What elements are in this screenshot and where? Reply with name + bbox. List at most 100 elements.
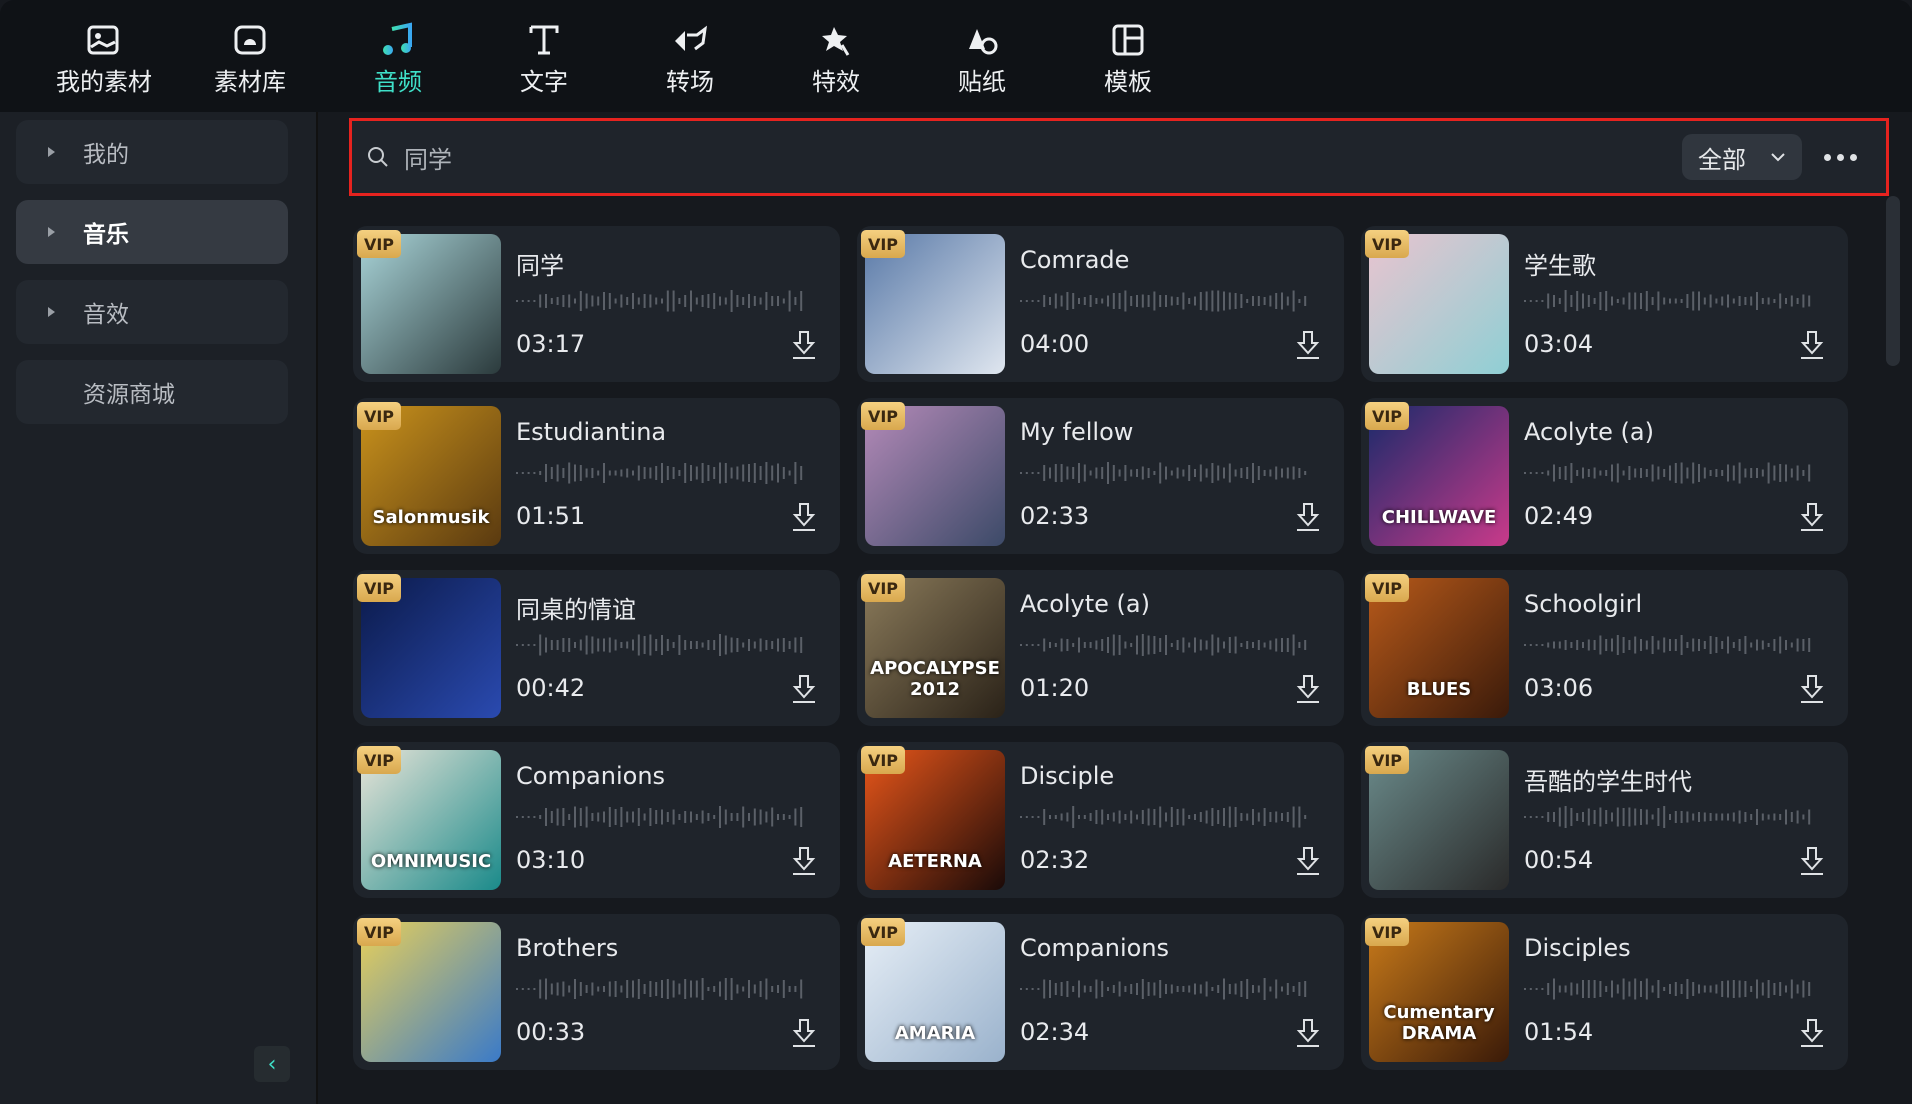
track-duration: 00:42 xyxy=(516,674,586,702)
vip-badge: VIP xyxy=(357,230,401,258)
waveform xyxy=(516,290,803,312)
download-icon[interactable] xyxy=(1799,674,1825,704)
download-icon[interactable] xyxy=(1799,502,1825,532)
vip-badge: VIP xyxy=(357,574,401,602)
waveform xyxy=(1020,806,1307,828)
sidebar-item-mine[interactable]: 我的 xyxy=(16,120,288,184)
sidebar-item-music[interactable]: 音乐 xyxy=(16,200,288,264)
track-duration: 01:51 xyxy=(516,502,586,530)
sidebar-item-label: 音乐 xyxy=(83,222,129,248)
track-title: Companions xyxy=(516,762,666,790)
tab-effects-star[interactable]: 特效 xyxy=(776,18,896,97)
download-icon[interactable] xyxy=(1295,330,1321,360)
download-icon[interactable] xyxy=(1295,674,1321,704)
track-card[interactable]: Cumentary DRAMA VIP Disciples 01:54 xyxy=(1361,914,1848,1070)
track-card[interactable]: VIP Comrade 04:00 xyxy=(857,226,1344,382)
sidebar-item-sound-effects[interactable]: 音效 xyxy=(16,280,288,344)
vip-badge: VIP xyxy=(861,230,905,258)
sidebar-item-label: 音效 xyxy=(83,302,129,328)
waveform xyxy=(1020,978,1307,1000)
download-icon[interactable] xyxy=(1295,502,1321,532)
waveform xyxy=(1020,634,1307,656)
tab-folder[interactable]: 素材库 xyxy=(190,18,310,97)
sidebar-item-resource-store[interactable]: 资源商城 xyxy=(16,360,288,424)
track-duration: 03:04 xyxy=(1524,330,1594,358)
collapse-sidebar-button[interactable]: ‹ xyxy=(254,1046,290,1082)
tab-label: 文字 xyxy=(520,68,568,96)
track-duration: 03:17 xyxy=(516,330,586,358)
track-title: Disciple xyxy=(1020,762,1115,790)
track-card[interactable]: VIP 吾酷的学生时代 00:54 xyxy=(1361,742,1848,898)
image-icon xyxy=(44,18,164,62)
cover-text: CHILLWAVE xyxy=(1381,507,1497,528)
waveform xyxy=(516,806,803,828)
track-card[interactable]: VIP 同学 03:17 xyxy=(353,226,840,382)
vip-badge: VIP xyxy=(861,574,905,602)
track-title: 同桌的情谊 xyxy=(516,596,636,624)
more-options-button[interactable] xyxy=(1824,153,1864,161)
category-filter-dropdown[interactable]: 全部 xyxy=(1682,134,1802,180)
track-title: Disciples xyxy=(1524,934,1631,962)
track-duration: 01:20 xyxy=(1020,674,1090,702)
cover-text: OMNIMUSIC xyxy=(370,851,492,872)
scrollbar[interactable] xyxy=(1886,196,1900,366)
folder-icon xyxy=(190,18,310,62)
download-icon[interactable] xyxy=(791,1018,817,1048)
track-card[interactable]: VIP 学生歌 03:04 xyxy=(1361,226,1848,382)
search-input[interactable] xyxy=(404,143,1682,171)
tab-image[interactable]: 我的素材 xyxy=(44,18,164,97)
track-title: Brothers xyxy=(516,934,619,962)
download-icon[interactable] xyxy=(791,846,817,876)
vip-badge: VIP xyxy=(1365,402,1409,430)
download-icon[interactable] xyxy=(1799,1018,1825,1048)
track-card[interactable]: VIP Brothers 00:33 xyxy=(353,914,840,1070)
tab-label: 我的素材 xyxy=(56,68,152,96)
track-duration: 00:54 xyxy=(1524,846,1594,874)
track-duration: 02:34 xyxy=(1020,1018,1090,1046)
track-card[interactable]: APOCALYPSE 2012 VIP Acolyte (a) 01:20 xyxy=(857,570,1344,726)
music-note-icon xyxy=(338,18,458,62)
effects-star-icon xyxy=(776,18,896,62)
download-icon[interactable] xyxy=(1295,1018,1321,1048)
track-card[interactable]: AETERNA VIP Disciple 02:32 xyxy=(857,742,1344,898)
waveform xyxy=(516,462,803,484)
tab-template[interactable]: 模板 xyxy=(1068,18,1188,97)
tab-transition[interactable]: 转场 xyxy=(630,18,750,97)
track-card[interactable]: Salonmusik VIP Estudiantina 01:51 xyxy=(353,398,840,554)
chevron-down-icon xyxy=(1771,153,1785,162)
track-card[interactable]: OMNIMUSIC VIP Companions 03:10 xyxy=(353,742,840,898)
download-icon[interactable] xyxy=(1799,846,1825,876)
tab-music-note[interactable]: 音频 xyxy=(338,18,458,97)
track-duration: 04:00 xyxy=(1020,330,1090,358)
cover-text: AMARIA xyxy=(894,1023,976,1044)
track-card[interactable]: VIP My fellow 02:33 xyxy=(857,398,1344,554)
track-card[interactable]: BLUES VIP Schoolgirl 03:06 xyxy=(1361,570,1848,726)
tab-label: 素材库 xyxy=(214,68,286,96)
track-card[interactable]: AMARIA VIP Companions 02:34 xyxy=(857,914,1344,1070)
track-title: Acolyte (a) xyxy=(1020,590,1150,618)
waveform xyxy=(1524,290,1811,312)
track-duration: 03:06 xyxy=(1524,674,1594,702)
sticker-icon xyxy=(922,18,1042,62)
template-icon xyxy=(1068,18,1188,62)
vip-badge: VIP xyxy=(1365,230,1409,258)
vip-badge: VIP xyxy=(357,918,401,946)
expand-triangle-icon xyxy=(48,147,55,157)
download-icon[interactable] xyxy=(1295,846,1321,876)
waveform xyxy=(1524,462,1811,484)
vip-badge: VIP xyxy=(1365,918,1409,946)
track-card[interactable]: CHILLWAVE VIP Acolyte (a) 02:49 xyxy=(1361,398,1848,554)
download-icon[interactable] xyxy=(791,674,817,704)
track-card[interactable]: VIP 同桌的情谊 00:42 xyxy=(353,570,840,726)
vip-badge: VIP xyxy=(357,402,401,430)
tab-text[interactable]: 文字 xyxy=(484,18,604,97)
download-icon[interactable] xyxy=(1799,330,1825,360)
track-title: Acolyte (a) xyxy=(1524,418,1654,446)
download-icon[interactable] xyxy=(791,330,817,360)
tab-sticker[interactable]: 贴纸 xyxy=(922,18,1042,97)
sidebar: 我的 音乐 音效 资源商城 xyxy=(0,112,318,1104)
text-icon xyxy=(484,18,604,62)
tab-label: 贴纸 xyxy=(958,68,1006,96)
vip-badge: VIP xyxy=(357,746,401,774)
download-icon[interactable] xyxy=(791,502,817,532)
